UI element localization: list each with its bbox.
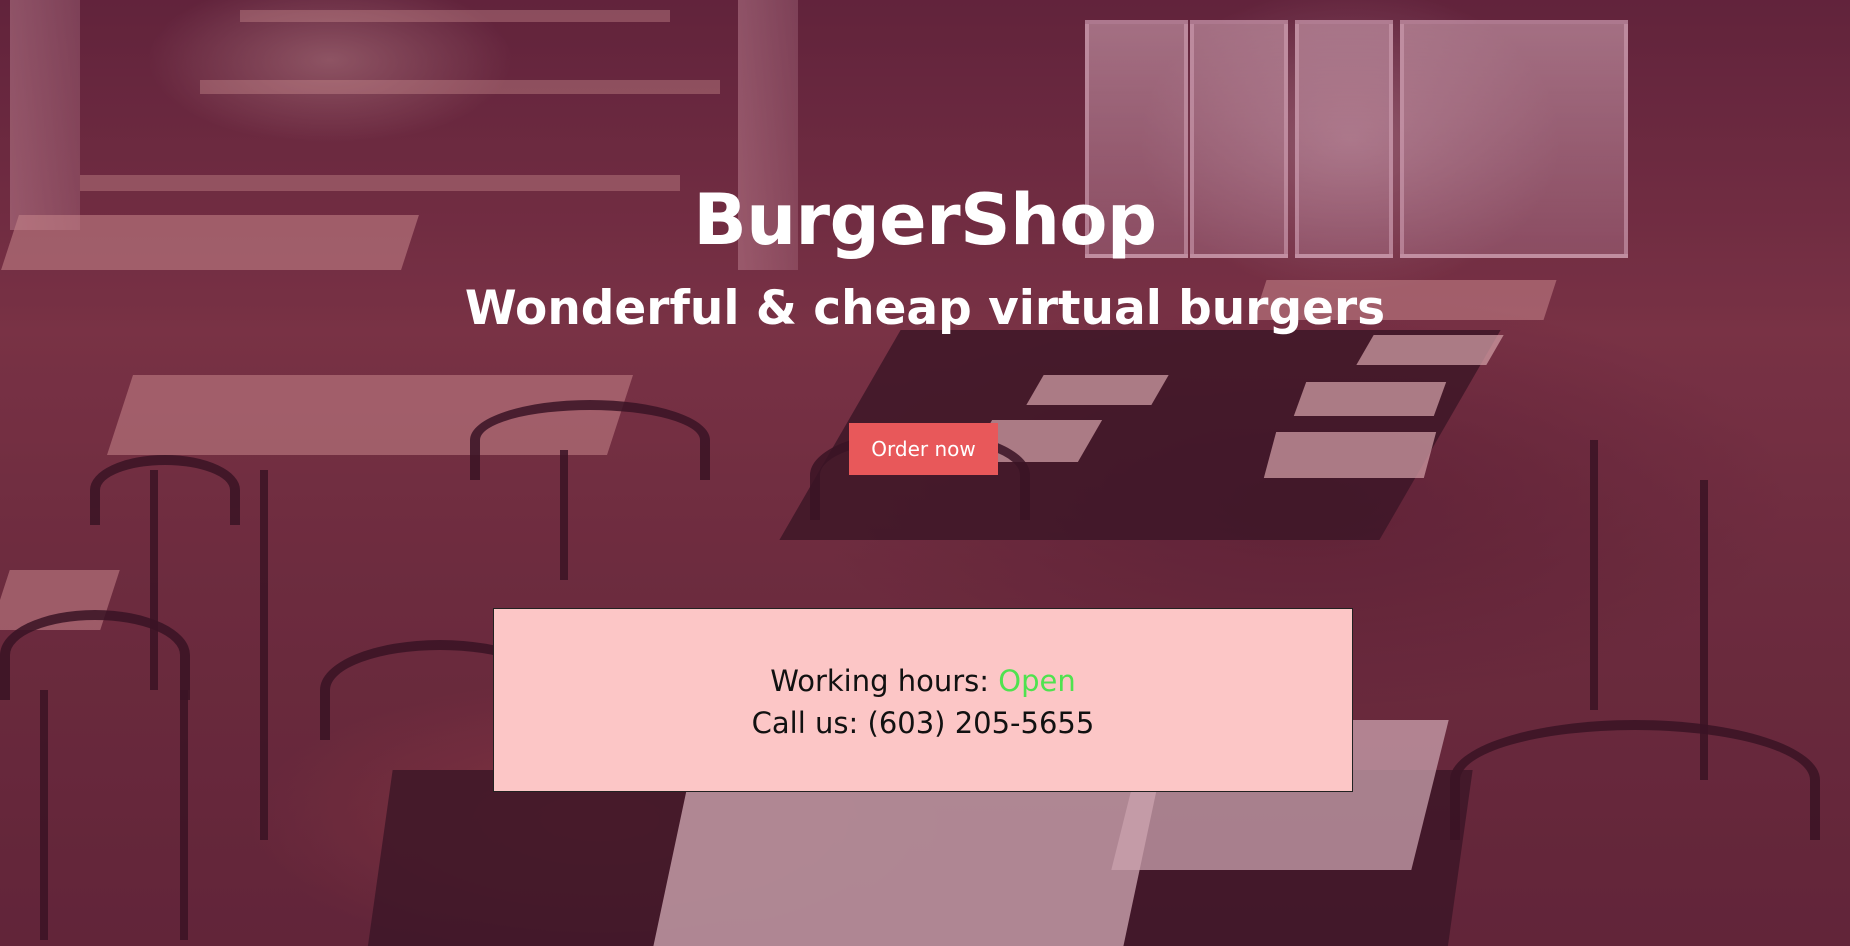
info-box: Working hours: Open Call us: (603) 205-5… [493, 608, 1353, 792]
order-now-button[interactable]: Order now [849, 423, 998, 475]
phone-number: (603) 205-5655 [867, 706, 1095, 740]
hero-section: BurgerShop Wonderful & cheap virtual bur… [0, 0, 1850, 946]
call-us-line: Call us: (603) 205-5655 [494, 702, 1352, 744]
open-status: Open [998, 664, 1076, 698]
working-hours-label: Working hours: [770, 664, 999, 698]
site-title: BurgerShop [693, 179, 1157, 261]
working-hours-line: Working hours: Open [494, 660, 1352, 702]
call-us-label: Call us: [751, 706, 868, 740]
site-tagline: Wonderful & cheap virtual burgers [464, 281, 1386, 336]
